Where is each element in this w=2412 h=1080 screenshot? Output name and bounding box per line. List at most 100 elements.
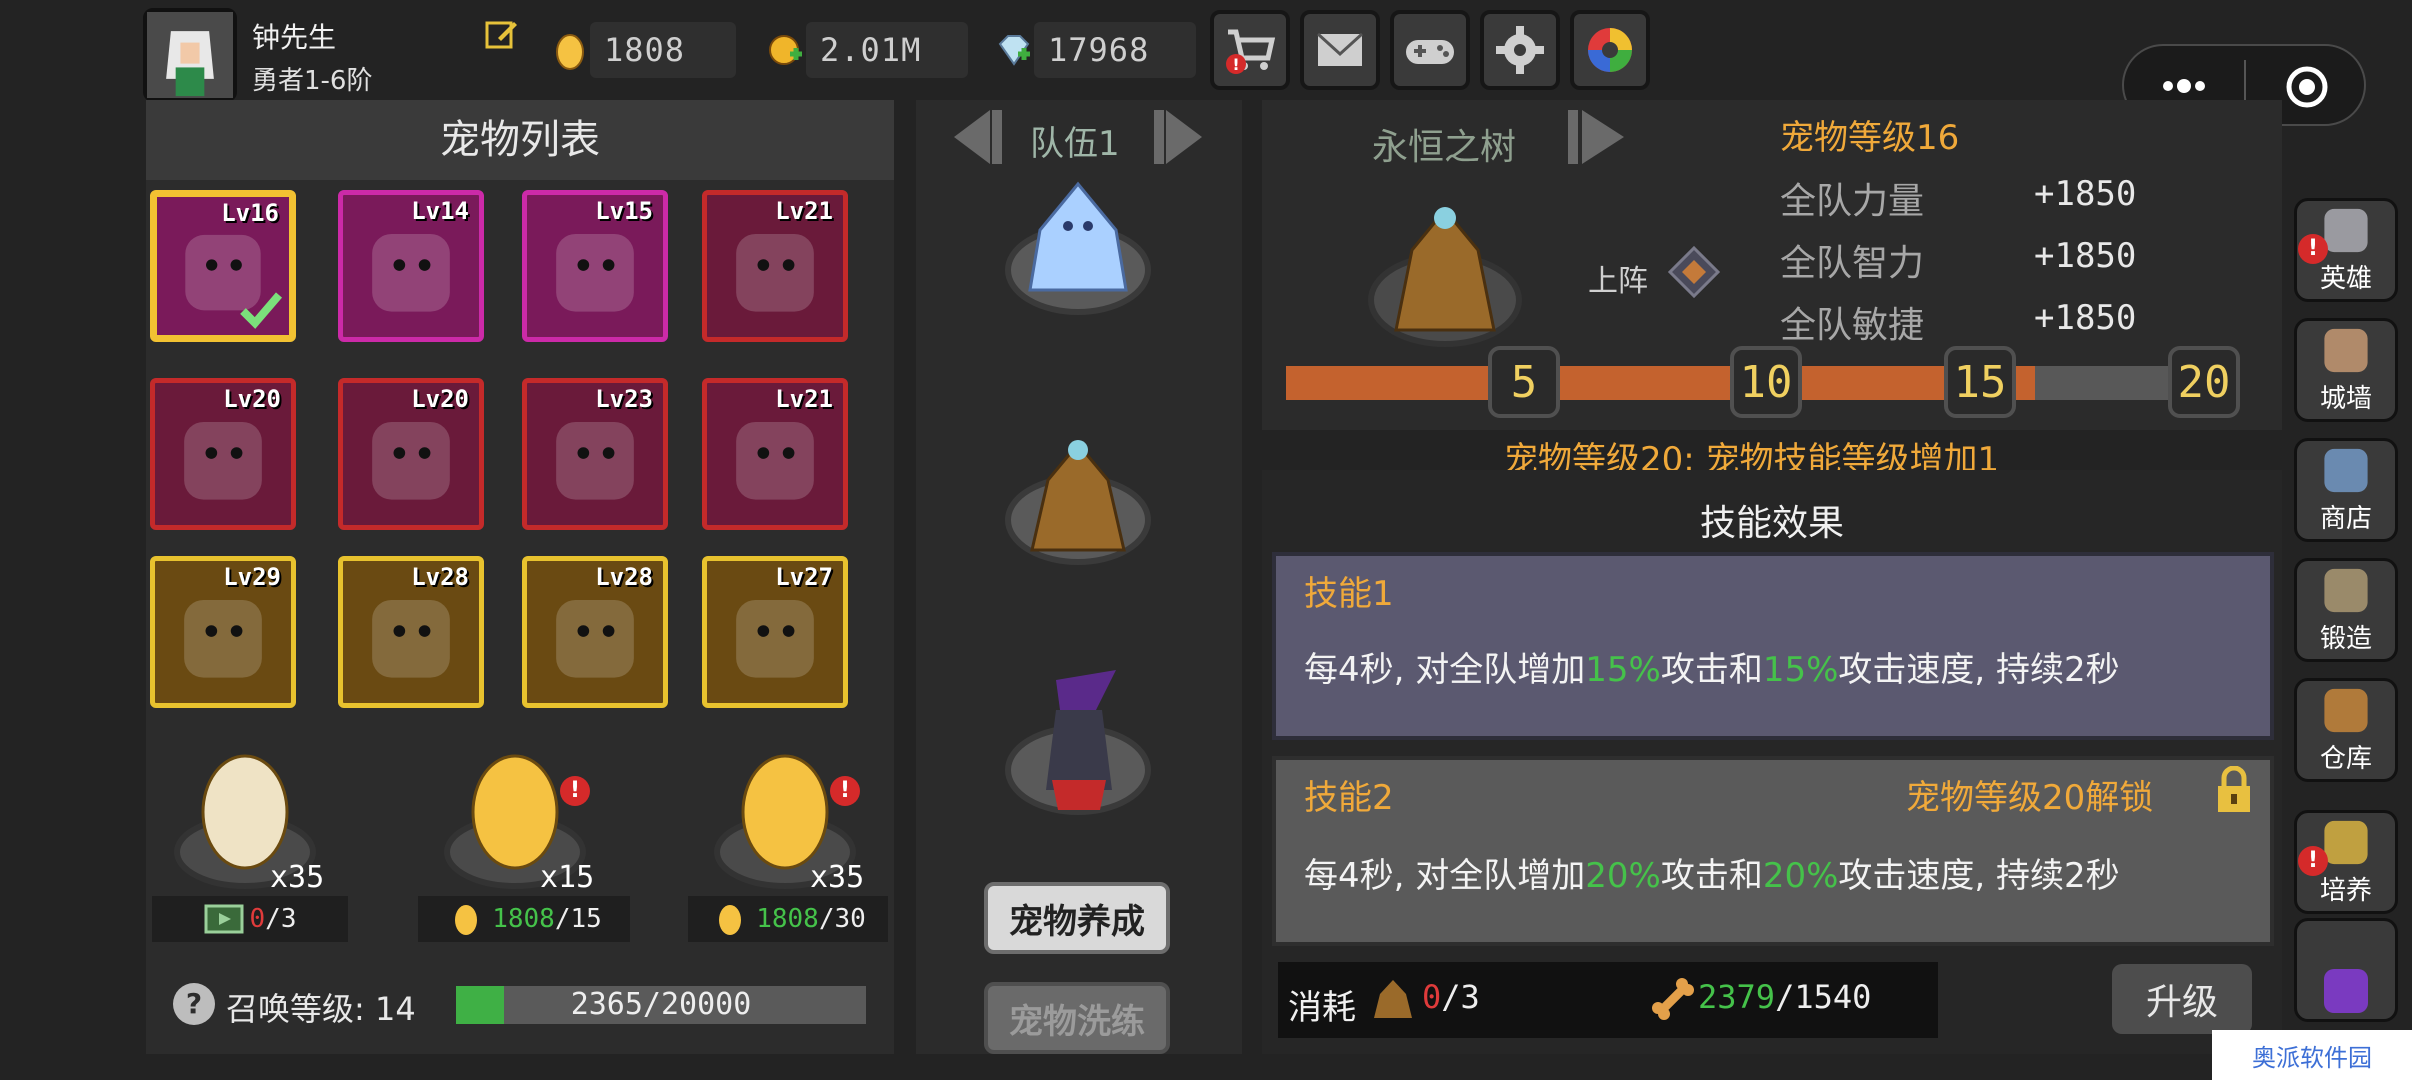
edit-name-icon[interactable] [484, 16, 520, 52]
skill-2-pct-a: 20% [1585, 856, 1661, 896]
tree-pet-cost-icon [1370, 976, 1416, 1022]
stat-label: 全队力量 [1780, 181, 1925, 222]
side-nav-treasure-chest[interactable]: 仓库 [2294, 678, 2398, 782]
pet-card[interactable]: Lv20 [150, 378, 296, 530]
pet-refine-button[interactable]: 宠物洗练 [984, 982, 1170, 1054]
skill-1-pct-a: 15% [1585, 650, 1661, 690]
pet-card[interactable]: Lv15 [522, 190, 668, 342]
skill-2-text-a: 每4秒, 对全队增加 [1304, 856, 1586, 896]
pet-card[interactable]: Lv28 [522, 556, 668, 708]
egg-currency: 1808 [556, 22, 736, 78]
egg-cost-current: 1808 [492, 904, 555, 934]
pet-cost-current: 0 [1422, 978, 1442, 1016]
upgrade-button[interactable]: 升级 [2112, 964, 2252, 1034]
pet-cost-value: 0/3 [1422, 978, 1480, 1016]
pet-level: Lv20 [411, 385, 469, 413]
video-ad-icon [204, 902, 244, 936]
help-icon[interactable]: ? [170, 980, 218, 1028]
pet-level: Lv28 [411, 563, 469, 591]
pet-next-arrow-icon[interactable] [1564, 104, 1640, 170]
bone-icon [1650, 976, 1696, 1022]
pet-card[interactable]: Lv29 [150, 556, 296, 708]
egg-coin-icon [446, 902, 486, 936]
egg-cost[interactable]: 1808/15 [418, 896, 630, 942]
colorwheel-button[interactable] [1570, 10, 1650, 90]
diamond-currency-value: 17968 [1048, 31, 1150, 69]
pet-card[interactable]: Lv20 [338, 378, 484, 530]
deploy-label: 上阵 [1588, 264, 1648, 299]
team-slot-1[interactable] [996, 170, 1160, 330]
egg-coin-icon [556, 34, 584, 70]
level-milestone: 20 [2168, 346, 2240, 418]
pet-level: Lv15 [595, 197, 653, 225]
close-target-icon[interactable] [2284, 64, 2330, 110]
egg-cost[interactable]: 0/3 [152, 896, 348, 942]
pet-card[interactable]: Lv21 [702, 190, 848, 342]
stat-value: +1850 [2034, 298, 2137, 338]
deploy-diamond-icon[interactable] [1667, 245, 1721, 299]
level-milestone: 5 [1488, 346, 1560, 418]
side-nav-label: 培养 [2319, 876, 2372, 906]
settings-button[interactable] [1480, 10, 1560, 90]
pet-level-label: 宠物等级16 [1780, 118, 1960, 158]
pet-cost-total: /3 [1441, 978, 1480, 1016]
side-nav-label: 英雄 [2319, 264, 2372, 294]
pet-level: Lv27 [775, 563, 833, 591]
level-progress-fill [1560, 366, 1730, 400]
gold-currency-value: 2.01M [820, 31, 922, 69]
team-slot-3[interactable] [996, 660, 1160, 830]
level-progress-segment [1802, 366, 1944, 400]
pet-card[interactable]: Lv23 [522, 378, 668, 530]
color-wheel-icon [1588, 28, 1632, 72]
alert-badge-icon: ! [560, 776, 590, 806]
player-rank: 勇者1-6阶 [252, 66, 373, 96]
skill-2-description: 每4秒, 对全队增加20%攻击和20%攻击速度, 持续2秒 [1304, 848, 2120, 897]
pet-level: Lv21 [775, 385, 833, 413]
team-prev-arrow-icon[interactable] [940, 104, 1006, 170]
pet-card[interactable]: Lv21 [702, 378, 848, 530]
side-nav-portal[interactable] [2294, 918, 2398, 1022]
pet-card[interactable]: Lv28 [338, 556, 484, 708]
svg-text:?: ? [186, 987, 202, 1020]
alert-badge-icon: ! [2298, 846, 2328, 876]
egg-cost[interactable]: 1808/30 [688, 896, 888, 942]
level-progress-fill [2016, 366, 2035, 400]
pet-train-button[interactable]: 宠物养成 [984, 882, 1170, 954]
gold-coin-icon [769, 35, 802, 65]
portal-icon [2324, 969, 2368, 1013]
level-progress-segment [1286, 366, 1488, 400]
egg-count: x35 [810, 860, 865, 895]
team-next-arrow-icon[interactable] [1150, 104, 1216, 170]
shop-button[interactable]: ! [1210, 10, 1290, 90]
side-nav-castle-wall[interactable]: 城墙 [2294, 318, 2398, 422]
level-progress-segment [2016, 366, 2168, 400]
level-milestone: 15 [1944, 346, 2016, 418]
pet-card[interactable]: Lv27 [702, 556, 848, 708]
pet-level: Lv23 [595, 385, 653, 413]
gamepad-button[interactable] [1390, 10, 1470, 90]
pet-card[interactable]: Lv16 [150, 190, 296, 342]
skill-1-text-b: 攻击和 [1660, 650, 1763, 690]
stat-value: +1850 [2034, 174, 2137, 214]
egg-coin-icon [710, 902, 750, 936]
treasure-chest-icon [2324, 688, 2368, 733]
mail-button[interactable] [1300, 10, 1380, 90]
summon-progress-text: 2365/20000 [570, 987, 752, 1022]
skill-2-text-b: 攻击和 [1660, 856, 1763, 896]
pet-level: Lv21 [775, 197, 833, 225]
castle-wall-icon [2324, 328, 2368, 373]
diamond-icon [998, 35, 1030, 66]
pet-card[interactable]: Lv14 [338, 190, 484, 342]
side-nav-anvil[interactable]: 锻造 [2294, 558, 2398, 662]
site-watermark: 奥派软件园 [2212, 1030, 2412, 1080]
team-slot-2[interactable] [996, 420, 1160, 580]
egg-currency-value: 1808 [604, 31, 686, 69]
egg-cost-current: 1808 [756, 904, 819, 934]
skill-2-name: 技能2 [1304, 778, 1394, 818]
skill-1-text-c: 攻击速度, 持续2秒 [1838, 650, 2120, 690]
stat-value: +1850 [2034, 236, 2137, 276]
egg-cost-current: 0 [249, 904, 266, 934]
side-nav-label: 锻造 [2319, 624, 2372, 654]
side-nav-store[interactable]: 商店 [2294, 438, 2398, 542]
player-avatar[interactable] [143, 8, 237, 102]
